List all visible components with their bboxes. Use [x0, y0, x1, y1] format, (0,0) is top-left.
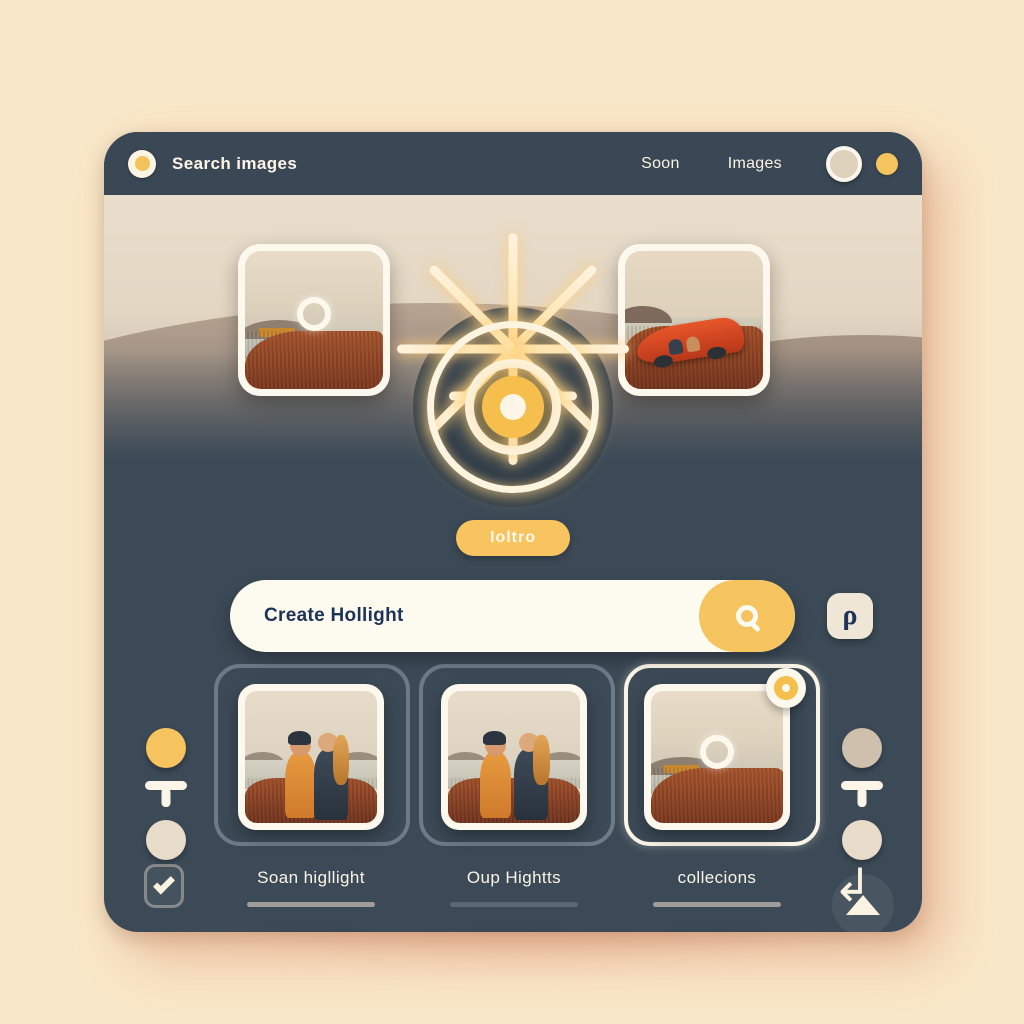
cream-circle-toggle[interactable] [842, 820, 882, 860]
target-badge-icon[interactable] [766, 668, 806, 708]
card-label: collecions [677, 868, 757, 887]
tee-divider-icon [841, 781, 883, 807]
card-label: Oup Hightts [466, 868, 562, 887]
search-input-value: Create Hollight [264, 605, 404, 626]
right-side-toggle[interactable] [834, 728, 890, 860]
car-scene [625, 251, 763, 389]
cream-circle-toggle[interactable] [146, 820, 186, 860]
nav-link-soon[interactable]: Soon [641, 155, 680, 173]
card-row: Soan higllight Searrch Oup [214, 664, 814, 932]
search-submit-button[interactable] [699, 580, 795, 652]
card-label: Soan higllight [257, 868, 365, 887]
card-thumbnail[interactable] [644, 668, 806, 830]
couple-scene [448, 691, 580, 823]
card-item[interactable]: Oup Hightts Search [417, 664, 611, 932]
status-badge[interactable] [876, 152, 898, 175]
bottom-left-check-button[interactable] [142, 862, 186, 910]
card-thumbnail[interactable] [238, 684, 384, 830]
nav-link-images[interactable]: Images [728, 155, 782, 173]
app-window: Search images Soon Images Ioltro Create … [104, 132, 922, 932]
search-input[interactable]: Create Hollight [230, 580, 795, 652]
reply-arrow-icon: ↳ [832, 860, 872, 912]
tan-circle-toggle[interactable] [842, 728, 882, 768]
left-side-toggle[interactable] [138, 728, 194, 860]
card-item[interactable]: Soan higllight Searrch [214, 664, 408, 932]
sun-badge-pill[interactable]: Ioltro [456, 520, 570, 556]
search-icon [736, 605, 758, 627]
sunburst-icon[interactable] [397, 233, 629, 522]
avatar[interactable] [826, 145, 862, 182]
search-row: Create Hollight ρ [104, 580, 922, 652]
car-thumbnail-right[interactable] [618, 244, 770, 396]
card-thumbnail[interactable] [441, 684, 587, 830]
checkbox-check-icon [144, 864, 184, 908]
logo-icon [128, 149, 156, 178]
card-underline [653, 902, 781, 907]
page-title: Search images [172, 153, 298, 173]
couple-scene [245, 691, 377, 823]
pin-icon: ρ [842, 600, 858, 631]
yellow-circle-toggle[interactable] [146, 728, 186, 768]
ring-overlay-icon [700, 734, 734, 769]
titlebar: Search images Soon Images [104, 132, 922, 195]
card-item[interactable]: collecions Ceante [620, 664, 814, 932]
bottom-right-reply-button[interactable]: ↳ [830, 860, 874, 912]
tee-divider-icon [145, 781, 187, 807]
card-underline [450, 902, 578, 907]
ring-overlay-icon [297, 297, 331, 332]
pin-button[interactable]: ρ [827, 593, 873, 639]
landscape-thumbnail-left[interactable] [238, 244, 390, 396]
card-underline [247, 902, 375, 907]
